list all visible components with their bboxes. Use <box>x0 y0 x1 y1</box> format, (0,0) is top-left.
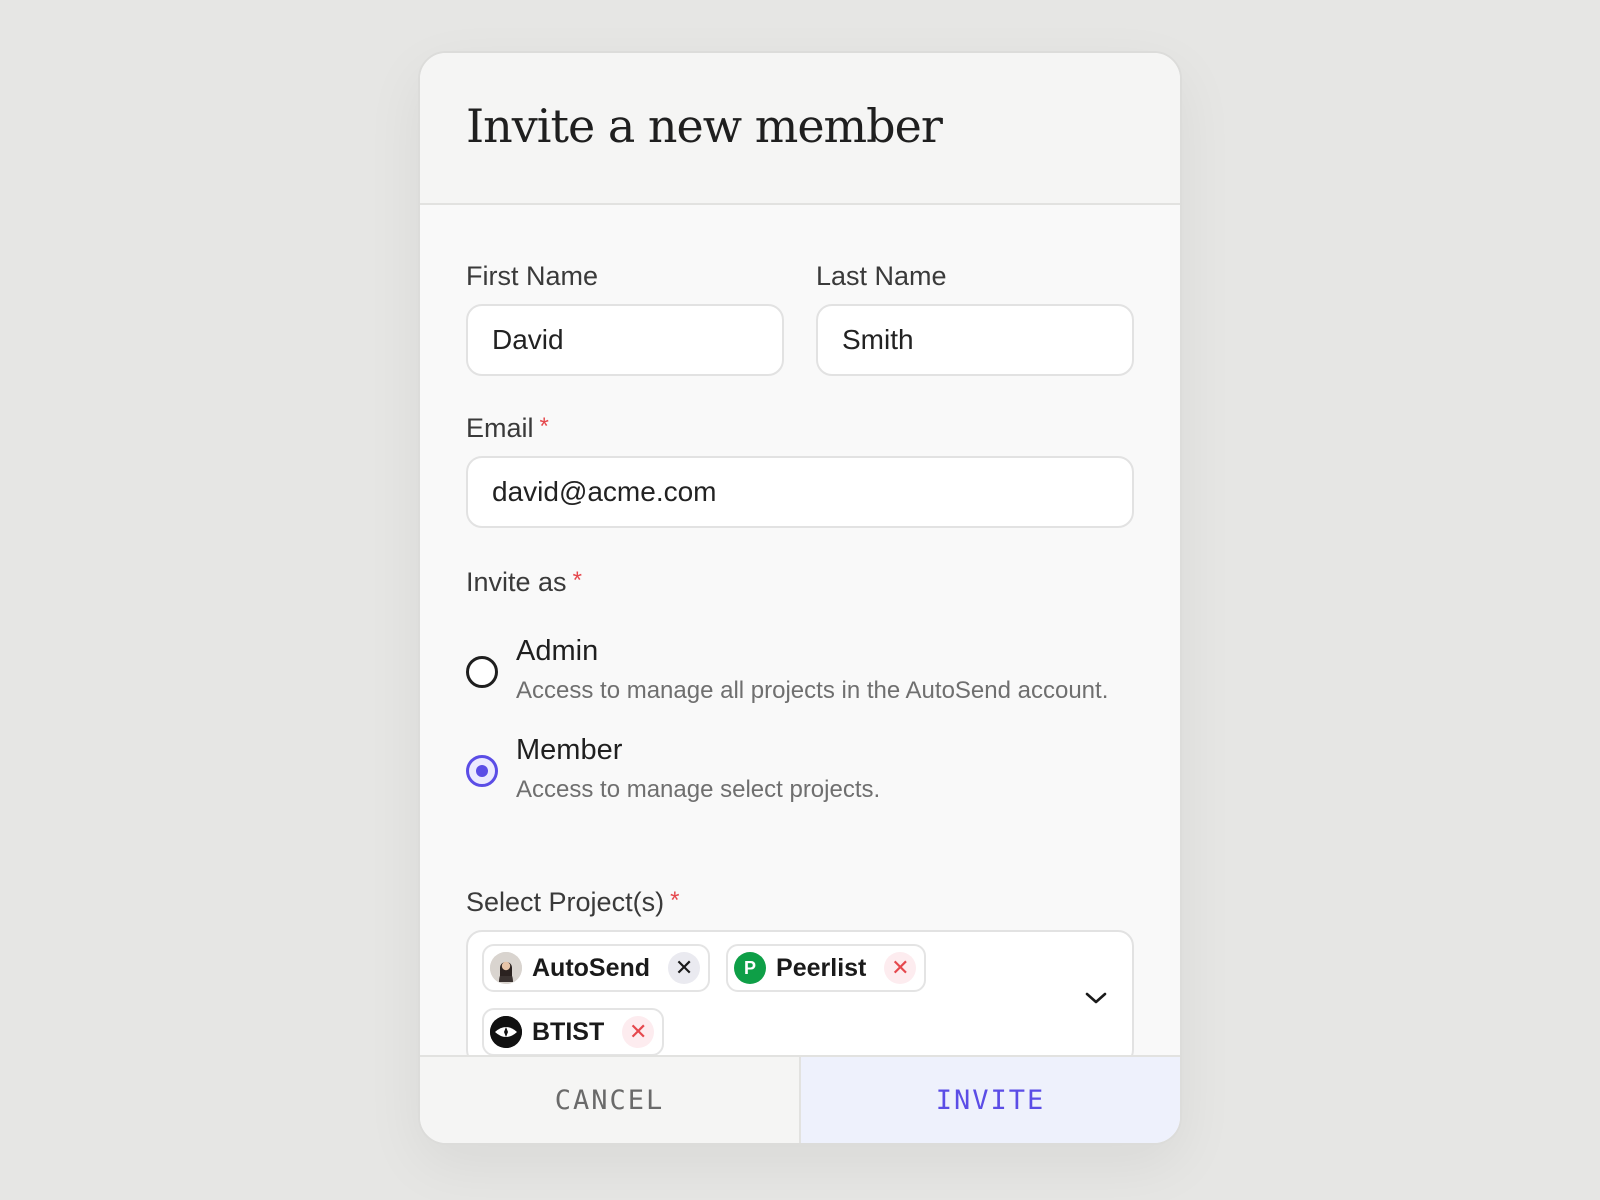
last-name-input[interactable]: Smith <box>816 304 1134 376</box>
chip-label: BTIST <box>532 1017 605 1046</box>
required-asterisk: * <box>572 567 582 594</box>
first-name-group: First Name David <box>466 261 784 376</box>
email-label: Email * <box>466 413 1134 444</box>
avatar-icon <box>490 952 522 984</box>
remove-chip-icon[interactable]: ✕ <box>884 952 917 984</box>
email-input[interactable]: david@acme.com <box>466 456 1134 528</box>
email-value: david@acme.com <box>492 476 717 507</box>
first-name-input[interactable]: David <box>466 304 784 376</box>
invite-as-label: Invite as * <box>466 567 1134 598</box>
project-chip-btist: BTIST ✕ <box>482 1008 665 1056</box>
dialog-header: Invite a new member <box>420 53 1180 205</box>
radio-option-admin[interactable]: Admin Access to manage all projects in t… <box>466 634 1134 705</box>
admin-option-description: Access to manage all projects in the Aut… <box>516 676 1109 704</box>
cancel-button[interactable]: CANCEL <box>420 1057 801 1143</box>
last-name-label-text: Last Name <box>816 261 947 291</box>
invite-member-dialog: Invite a new member First Name David Las… <box>418 51 1182 1145</box>
projects-label-text: Select Project(s) <box>466 887 665 917</box>
invite-as-group: Invite as * Admin Access to manage all p… <box>466 567 1134 804</box>
last-name-group: Last Name Smith <box>816 261 1134 376</box>
project-chip-peerlist: P Peerlist ✕ <box>726 944 927 992</box>
invite-as-label-text: Invite as <box>466 567 567 597</box>
remove-chip-icon[interactable]: ✕ <box>668 952 701 984</box>
first-name-label-text: First Name <box>466 261 599 291</box>
last-name-label: Last Name <box>816 261 1134 292</box>
email-group: Email * david@acme.com <box>466 413 1134 528</box>
first-name-value: David <box>492 324 564 355</box>
first-name-label: First Name <box>466 261 784 292</box>
invite-button[interactable]: INVITE <box>801 1057 1180 1143</box>
selected-projects: AutoSend ✕ P Peerlist ✕ BTIST ✕ <box>482 944 1042 1056</box>
member-radio[interactable] <box>466 754 498 787</box>
required-asterisk: * <box>539 413 549 440</box>
dialog-title: Invite a new member <box>466 99 943 153</box>
radio-option-member[interactable]: Member Access to manage select projects. <box>466 733 1134 804</box>
member-option-description: Access to manage select projects. <box>516 775 881 803</box>
peerlist-logo-icon: P <box>734 952 767 984</box>
chip-label: Peerlist <box>776 953 867 982</box>
admin-option-text: Admin Access to manage all projects in t… <box>516 634 1108 705</box>
last-name-value: Smith <box>842 324 914 355</box>
project-chip-autosend: AutoSend ✕ <box>482 944 711 992</box>
member-option-text: Member Access to manage select projects. <box>516 733 880 804</box>
chip-label: AutoSend <box>532 953 651 982</box>
btist-logo-icon <box>490 1016 522 1048</box>
admin-option-title: Admin <box>516 635 599 667</box>
member-option-title: Member <box>516 733 623 766</box>
remove-chip-icon[interactable]: ✕ <box>622 1016 655 1048</box>
projects-label: Select Project(s) * <box>466 887 1134 918</box>
email-label-text: Email <box>466 413 534 443</box>
required-asterisk: * <box>670 887 680 914</box>
chevron-down-icon[interactable] <box>1082 984 1110 1012</box>
name-row: First Name David Last Name Smith <box>466 261 1134 376</box>
admin-radio[interactable] <box>466 656 498 688</box>
dialog-footer: CANCEL INVITE <box>420 1055 1180 1143</box>
projects-group: Select Project(s) * AutoSend ✕ P Peerlis… <box>466 887 1134 1066</box>
projects-multiselect[interactable]: AutoSend ✕ P Peerlist ✕ BTIST ✕ <box>466 930 1134 1066</box>
